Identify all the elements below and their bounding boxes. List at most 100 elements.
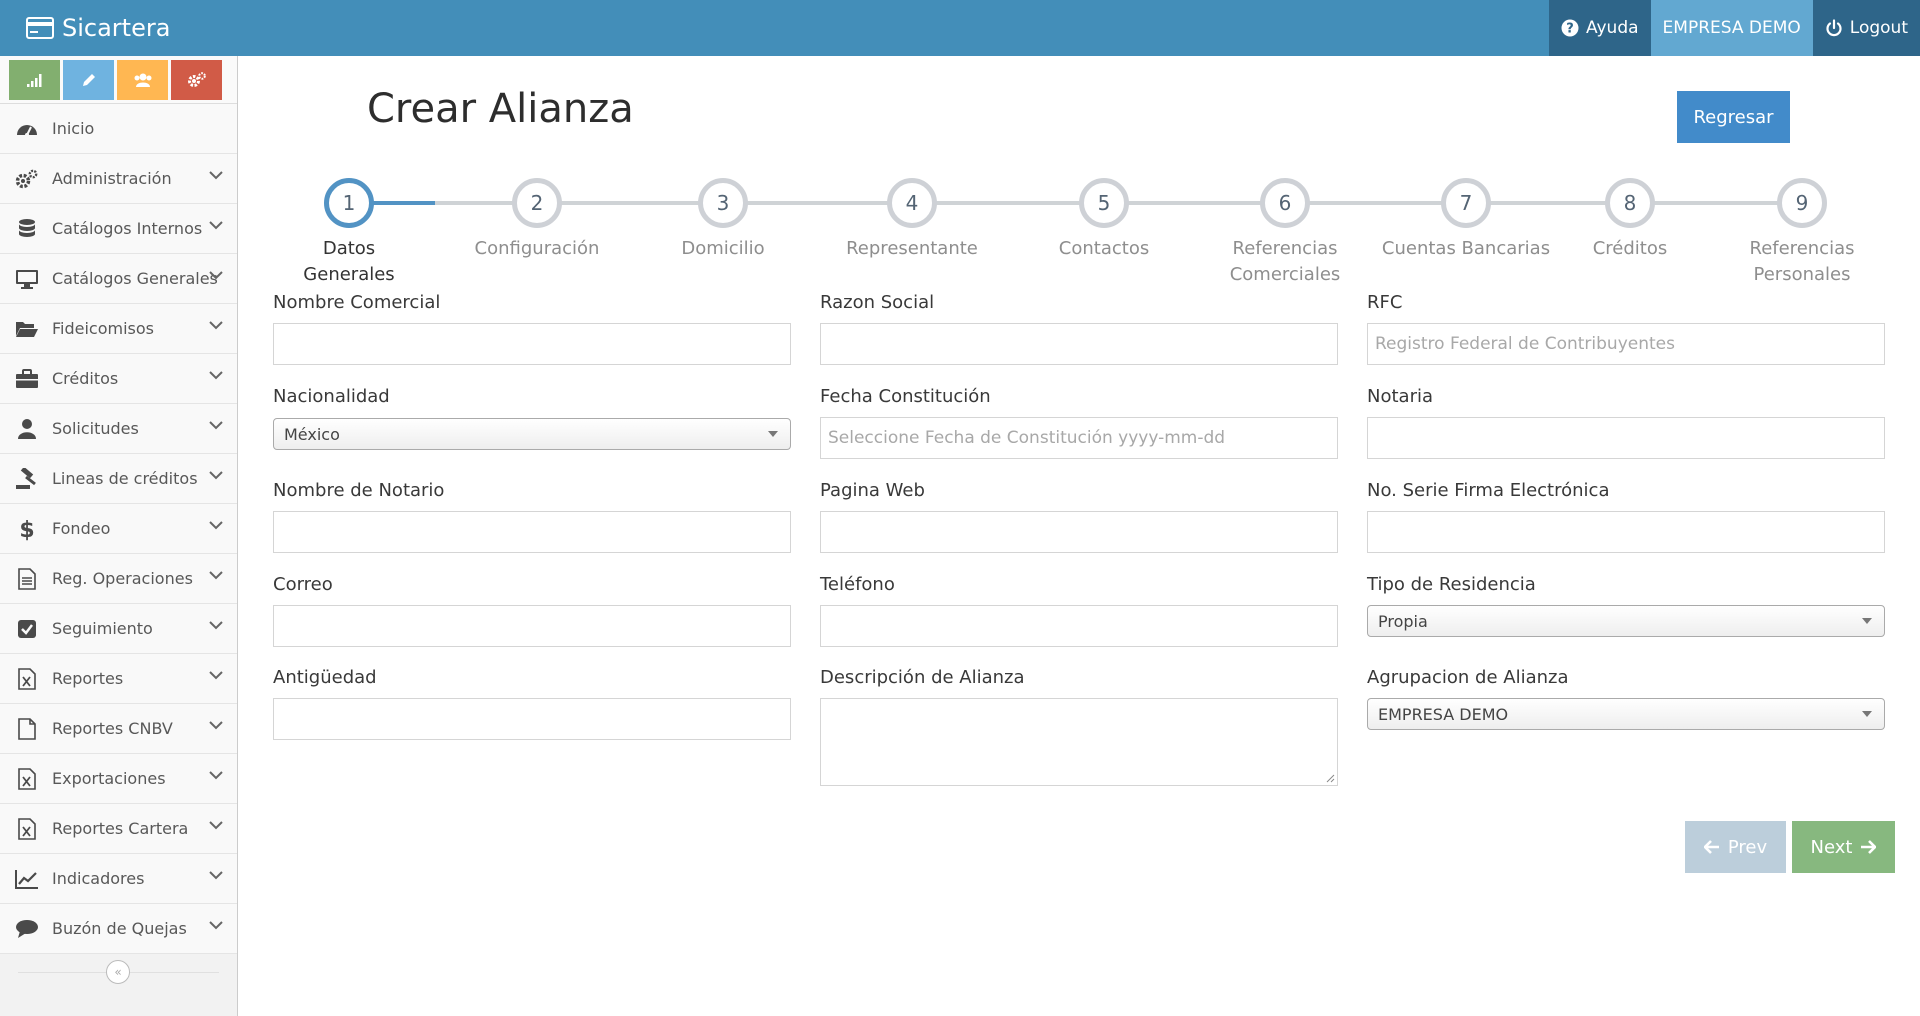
notaria-label: Notaria xyxy=(1367,386,1433,407)
sidebar-collapse-button[interactable]: « xyxy=(106,960,130,984)
nombre-notario-input[interactable] xyxy=(273,511,791,553)
fecha-constitucion-label: Fecha Constitución xyxy=(820,386,991,407)
fecha-constitucion-input[interactable]: Seleccione Fecha de Constitución yyyy-mm… xyxy=(820,417,1338,459)
sidebar-item-label: Reg. Operaciones xyxy=(52,569,193,588)
next-label: Next xyxy=(1810,836,1853,858)
back-button[interactable]: Regresar xyxy=(1677,91,1790,143)
notaria-input[interactable] xyxy=(1367,417,1885,459)
nombre-comercial-label: Nombre Comercial xyxy=(273,292,441,313)
shortcut-users-button[interactable] xyxy=(117,59,168,100)
chevron-down-icon xyxy=(209,821,223,830)
wizard-step-1[interactable]: 1 Datos Generales xyxy=(279,178,419,288)
step-number: 2 xyxy=(512,178,562,228)
sidebar-item-label: Reportes Cartera xyxy=(52,819,189,838)
sidebar-item-seguimiento[interactable]: Seguimiento xyxy=(0,604,237,654)
sidebar-item-reportes[interactable]: Reportes xyxy=(0,654,237,704)
agrupacion-value: EMPRESA DEMO xyxy=(1378,704,1509,724)
prev-button[interactable]: Prev xyxy=(1685,821,1786,873)
nacionalidad-value: México xyxy=(284,424,340,444)
wizard-step-3[interactable]: 3 Domicilio xyxy=(653,178,793,262)
signal-icon xyxy=(26,73,41,87)
chevron-down-icon xyxy=(209,721,223,730)
chevron-down-icon xyxy=(209,321,223,330)
logout-label: Logout xyxy=(1849,18,1908,38)
sidebar-item-label: Indicadores xyxy=(52,869,145,888)
file-excel-icon xyxy=(14,816,40,842)
sidebar-item-indicadores[interactable]: Indicadores xyxy=(0,854,237,904)
svg-text:?: ? xyxy=(1566,22,1574,37)
next-button[interactable]: Next xyxy=(1792,821,1895,873)
caret-down-icon xyxy=(1862,711,1872,717)
sidebar-item-label: Inicio xyxy=(52,119,95,138)
sidebar-item-fideicomisos[interactable]: Fideicomisos xyxy=(0,304,237,354)
sidebar-item-reportes-cartera[interactable]: Reportes Cartera xyxy=(0,804,237,854)
shortcut-edit-button[interactable] xyxy=(63,59,114,100)
page-title: Crear Alianza xyxy=(367,86,634,132)
dollar-icon: $ xyxy=(14,516,40,542)
chevron-down-icon xyxy=(209,771,223,780)
dashboard-icon xyxy=(14,116,40,142)
step-number: 6 xyxy=(1260,178,1310,228)
step-title: Configuración xyxy=(474,238,600,259)
rfc-placeholder: Registro Federal de Contribuyentes xyxy=(1375,334,1675,354)
sidebar-item-exportaciones[interactable]: Exportaciones xyxy=(0,754,237,804)
wizard-step-5[interactable]: 5 Contactos xyxy=(1034,178,1174,262)
sidebar-item-fondeo[interactable]: $ Fondeo xyxy=(0,504,237,554)
razon-social-input[interactable] xyxy=(820,323,1338,365)
agrupacion-select[interactable]: EMPRESA DEMO xyxy=(1367,698,1885,730)
arrow-right-icon xyxy=(1861,840,1877,854)
nacionalidad-select[interactable]: México xyxy=(273,418,791,450)
credit-card-icon xyxy=(26,17,54,39)
no-serie-firma-label: No. Serie Firma Electrónica xyxy=(1367,480,1610,501)
chevron-down-icon xyxy=(209,671,223,680)
sidebar-item-reg-operaciones[interactable]: Reg. Operaciones xyxy=(0,554,237,604)
sidebar-item-solicitudes[interactable]: Solicitudes xyxy=(0,404,237,454)
double-angle-left-icon: « xyxy=(114,965,122,979)
antiguedad-input[interactable] xyxy=(273,698,791,740)
chevron-down-icon xyxy=(209,621,223,630)
help-button[interactable]: ? Ayuda xyxy=(1549,0,1651,56)
fecha-constitucion-placeholder: Seleccione Fecha de Constitución yyyy-mm… xyxy=(828,428,1226,448)
nombre-comercial-input[interactable] xyxy=(273,323,791,365)
sidebar-item-label: Fideicomisos xyxy=(52,319,155,338)
wizard-step-7[interactable]: 7 Cuentas Bancarias xyxy=(1382,178,1550,262)
step-title: Referencias Comerciales xyxy=(1229,238,1341,285)
help-label: Ayuda xyxy=(1586,18,1639,38)
chevron-down-icon xyxy=(209,521,223,530)
sidebar-item-label: Créditos xyxy=(52,369,119,388)
check-square-icon xyxy=(14,616,40,642)
logout-button[interactable]: Logout xyxy=(1812,0,1920,56)
shortcut-stats-button[interactable] xyxy=(9,59,60,100)
file-excel-icon xyxy=(14,766,40,792)
shortcut-settings-button[interactable] xyxy=(171,59,222,100)
step-number: 9 xyxy=(1777,178,1827,228)
rfc-input[interactable]: Registro Federal de Contribuyentes xyxy=(1367,323,1885,365)
sidebar-item-lineas-creditos[interactable]: Lineas de créditos xyxy=(0,454,237,504)
telefono-input[interactable] xyxy=(820,605,1338,647)
sidebar-item-creditos[interactable]: Créditos xyxy=(0,354,237,404)
resize-grip-icon[interactable] xyxy=(1325,773,1335,783)
briefcase-icon xyxy=(14,366,40,392)
descripcion-textarea[interactable] xyxy=(820,698,1338,786)
razon-social-label: Razon Social xyxy=(820,292,935,313)
wizard-step-8[interactable]: 8 Créditos xyxy=(1560,178,1700,262)
pagina-web-input[interactable] xyxy=(820,511,1338,553)
sidebar-item-buzon-quejas[interactable]: Buzón de Quejas xyxy=(0,904,237,954)
wizard-step-2[interactable]: 2 Configuración xyxy=(467,178,607,262)
top-navbar: Sicartera ? Ayuda EMPRESA DEMO Logout xyxy=(0,0,1920,56)
brand[interactable]: Sicartera xyxy=(26,12,170,44)
sidebar-item-reportes-cnbv[interactable]: Reportes CNBV xyxy=(0,704,237,754)
wizard-step-9[interactable]: 9 Referencias Personales xyxy=(1732,178,1872,288)
sidebar-item-label: Fondeo xyxy=(52,519,111,538)
company-button[interactable]: EMPRESA DEMO xyxy=(1650,0,1813,56)
wizard-step-6[interactable]: 6 Referencias Comerciales xyxy=(1215,178,1355,288)
power-icon xyxy=(1826,19,1842,37)
wizard-step-4[interactable]: 4 Representante xyxy=(842,178,982,262)
chevron-down-icon xyxy=(209,371,223,380)
sidebar-item-inicio[interactable]: Inicio xyxy=(0,104,237,154)
comment-icon xyxy=(14,916,40,942)
sidebar-item-label: Reportes xyxy=(52,669,124,688)
correo-input[interactable] xyxy=(273,605,791,647)
tipo-residencia-select[interactable]: Propia xyxy=(1367,605,1885,637)
no-serie-firma-input[interactable] xyxy=(1367,511,1885,553)
